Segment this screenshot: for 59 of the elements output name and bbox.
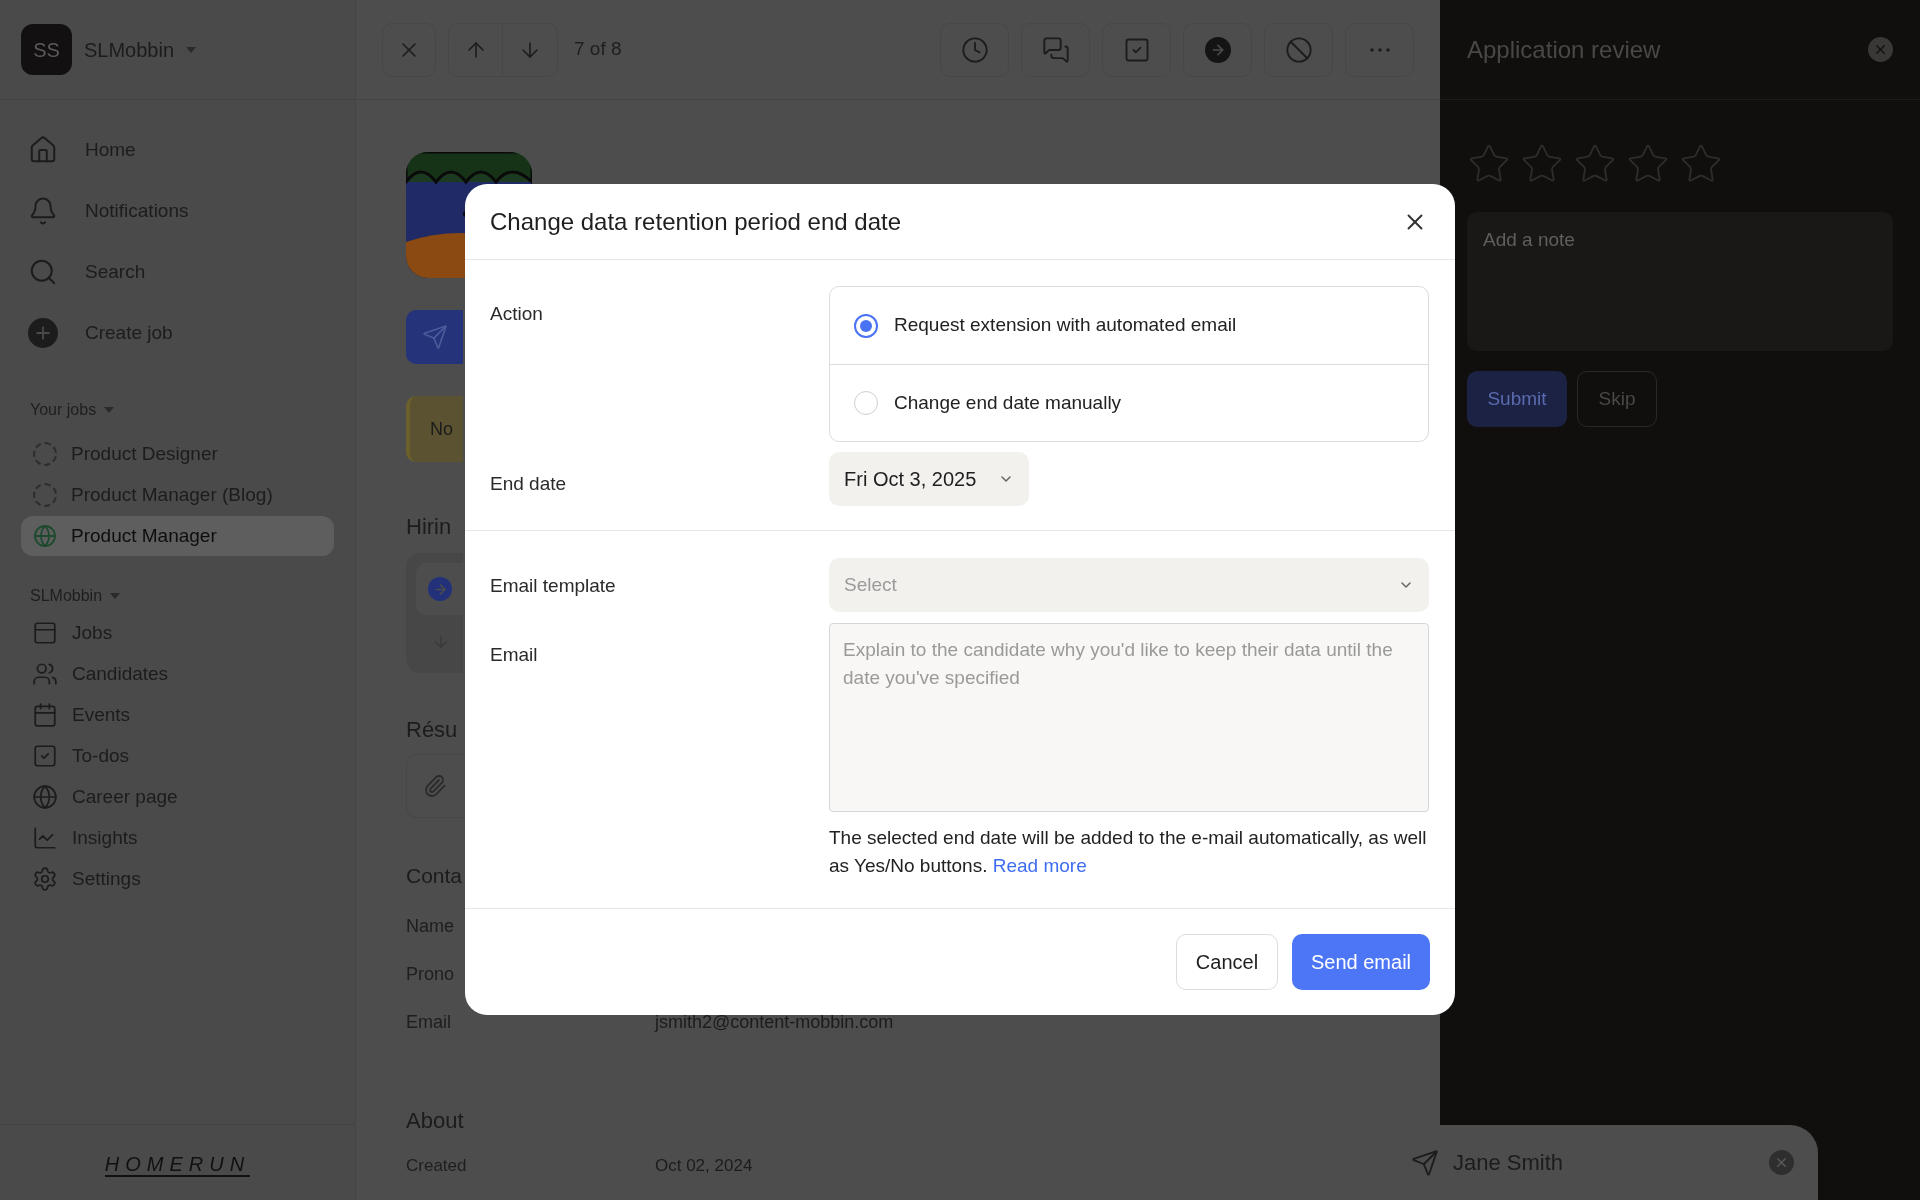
bell-icon: [28, 196, 58, 226]
history-button[interactable]: [940, 22, 1009, 77]
globe-icon: [32, 784, 58, 810]
arrow-right-icon: [1204, 36, 1231, 63]
notice-text: No: [430, 417, 453, 441]
workspace-avatar: SS: [21, 24, 72, 75]
read-more-link[interactable]: Read more: [992, 855, 1087, 876]
send-button[interactable]: [406, 310, 463, 364]
chat-bubbles-icon: [1041, 35, 1070, 64]
globe-icon: [33, 524, 57, 548]
chart-icon: [32, 825, 58, 851]
paperclip-icon: [423, 774, 447, 798]
template-select[interactable]: Select: [829, 558, 1429, 612]
field-label: Email: [490, 642, 538, 667]
todo-button[interactable]: [1102, 22, 1171, 77]
email-field[interactable]: Explain to the candidate why you'd like to keep their data until the date you've specified: [829, 623, 1429, 812]
job-title: Product Manager: [71, 523, 217, 548]
option-label: Request extension with automated email: [894, 313, 1237, 338]
logo: HOMERUN: [104, 1153, 251, 1177]
radio-option[interactable]: Request extension with automated email: [830, 287, 1428, 364]
submit-button[interactable]: Submit: [1467, 371, 1567, 427]
date-select[interactable]: Fri Oct 3, 2025: [829, 452, 1029, 506]
calendar-icon: [32, 702, 58, 728]
more-button[interactable]: [1345, 22, 1414, 77]
field-label: Action: [490, 302, 543, 326]
help-text: The selected end date will be added to the e-mail automatically, as well as Yes/No buttons. Read more: [829, 826, 1428, 878]
panel-title: Application review: [1467, 34, 1661, 65]
close-icon: [1873, 42, 1888, 57]
send-icon: [1411, 1148, 1439, 1177]
note-field[interactable]: Add a note: [1467, 212, 1893, 351]
dialog-title: Change data retention period end date: [490, 206, 901, 237]
window-icon: [32, 620, 58, 646]
send-icon: [422, 324, 448, 350]
settings-icon: [32, 866, 58, 892]
field-label: End date: [490, 471, 567, 496]
option-label: Change end date manually: [894, 390, 1122, 415]
people-icon: [32, 661, 58, 687]
comments-button[interactable]: [1021, 22, 1090, 77]
plus-icon: [28, 318, 58, 348]
job-item[interactable]: Product Manager: [21, 516, 334, 556]
more-icon: [1369, 47, 1390, 52]
send-email-button[interactable]: Send email: [1292, 934, 1430, 990]
home-icon: [28, 135, 58, 165]
caret-icon: [110, 593, 121, 599]
cancel-button[interactable]: Cancel: [1176, 934, 1278, 990]
reject-button[interactable]: [1264, 22, 1333, 77]
ban-icon: [1284, 35, 1313, 64]
caret-icon: [104, 407, 115, 413]
search-icon: [28, 257, 58, 287]
skip-button[interactable]: Skip: [1577, 371, 1657, 427]
radio-option[interactable]: Change end date manually: [830, 364, 1428, 441]
arrow-right-icon: [428, 577, 452, 601]
checkbox-icon: [32, 743, 58, 769]
clock-icon: [960, 35, 989, 64]
field-label: Email template: [490, 574, 616, 598]
move-button[interactable]: [1183, 22, 1252, 77]
close-icon: [1774, 1155, 1789, 1170]
caret-icon: [186, 46, 197, 53]
radio-button[interactable]: [854, 313, 878, 338]
